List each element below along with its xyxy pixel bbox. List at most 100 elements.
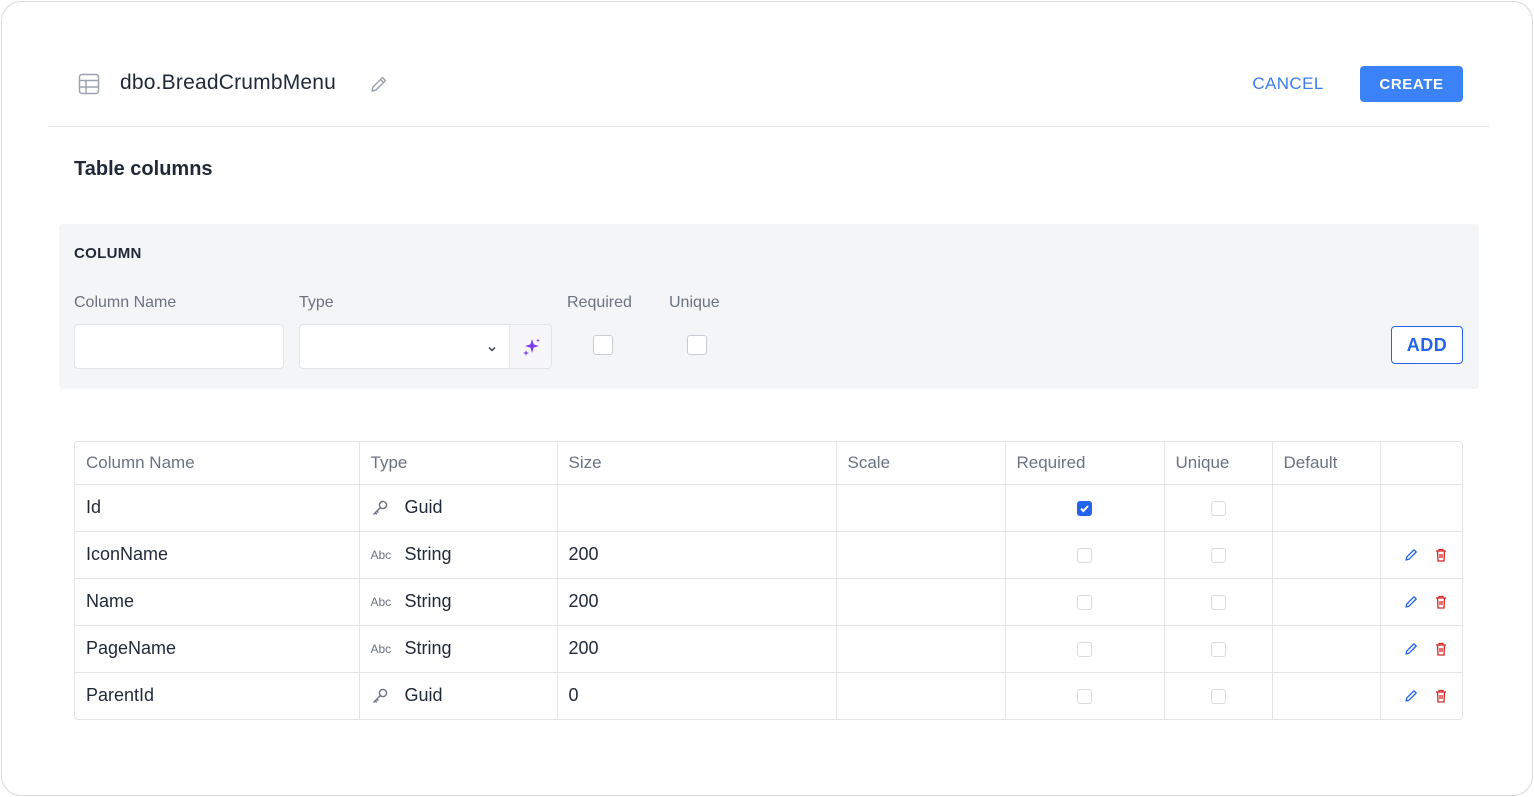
sparkles-icon — [523, 338, 540, 356]
type-label: String — [404, 591, 452, 611]
unique-checkbox[interactable] — [1210, 547, 1226, 563]
add-column-button[interactable]: ADD — [1391, 326, 1463, 364]
cell-actions — [1380, 578, 1462, 626]
table-row: Name Abc String 200 — [75, 578, 1462, 626]
cell-size: 200 — [557, 625, 837, 673]
cell-scale — [836, 625, 1006, 673]
required-checkbox[interactable] — [1077, 547, 1092, 563]
cell-scale — [836, 484, 1006, 532]
key-icon — [371, 499, 395, 517]
header-column-name: Column Name — [75, 442, 360, 485]
cell-type: Guid — [359, 672, 558, 719]
cancel-button[interactable]: CANCEL — [1238, 66, 1338, 102]
cell-unique — [1164, 484, 1273, 532]
cell-size: 200 — [557, 578, 837, 626]
cell-default — [1272, 672, 1381, 719]
trash-icon[interactable] — [1433, 688, 1449, 704]
type-label: Guid — [404, 497, 443, 517]
required-checkbox[interactable] — [1077, 641, 1092, 657]
pencil-icon[interactable] — [1403, 594, 1419, 610]
cell-type: Abc String — [359, 531, 558, 579]
required-label: Required — [567, 294, 632, 311]
pencil-icon[interactable] — [1403, 688, 1419, 704]
auto-generate-button[interactable] — [509, 324, 552, 369]
abc-icon: Abc — [370, 547, 392, 562]
header-scale: Scale — [836, 442, 1006, 485]
trash-icon[interactable] — [1433, 594, 1449, 610]
header-actions — [1380, 442, 1462, 485]
abc-icon: Abc — [370, 641, 392, 656]
type-select[interactable] — [299, 324, 510, 369]
cell-actions — [1380, 625, 1462, 673]
type-label: String — [404, 638, 452, 658]
type-label: String — [404, 544, 452, 564]
table-row: Id Guid — [75, 484, 1462, 532]
type-label: Type — [299, 294, 334, 311]
cell-column-name: IconName — [75, 531, 360, 579]
cell-default — [1272, 531, 1381, 579]
required-checkbox[interactable] — [1077, 594, 1092, 610]
cell-scale — [836, 531, 1006, 579]
cell-type: Abc String — [359, 625, 558, 673]
cell-default — [1272, 625, 1381, 673]
cell-required — [1005, 672, 1165, 719]
pencil-icon[interactable] — [369, 74, 389, 94]
cell-type: Abc String — [359, 578, 558, 626]
table-row: PageName Abc String 200 — [75, 625, 1462, 673]
cell-required — [1005, 625, 1165, 673]
required-checkbox[interactable] — [1077, 689, 1092, 704]
cell-default — [1272, 578, 1381, 626]
cell-default — [1272, 484, 1381, 532]
cell-actions — [1380, 672, 1462, 719]
header-unique: Unique — [1164, 442, 1273, 485]
cell-scale — [836, 578, 1006, 626]
cell-column-name: Id — [75, 484, 360, 532]
cell-column-name: PageName — [75, 625, 360, 673]
cell-unique — [1164, 672, 1273, 719]
cell-actions — [1380, 531, 1462, 579]
cell-column-name: ParentId — [75, 672, 360, 719]
unique-checkbox[interactable] — [687, 335, 707, 355]
abc-icon: Abc — [370, 594, 392, 609]
header-default: Default — [1272, 442, 1381, 485]
unique-checkbox[interactable] — [1210, 689, 1226, 704]
required-checkbox[interactable] — [593, 335, 613, 355]
header-size: Size — [557, 442, 837, 485]
key-icon — [371, 687, 395, 705]
add-column-panel: COLUMN Column Name Type Required Unique … — [59, 224, 1479, 389]
cell-required — [1005, 484, 1165, 532]
cell-required — [1005, 531, 1165, 579]
chevron-down-icon — [486, 342, 498, 354]
table-header-row: Column Name Type Size Scale Required Uni… — [75, 442, 1462, 485]
cell-scale — [836, 672, 1006, 719]
page-title: dbo.BreadCrumbMenu — [120, 71, 337, 94]
create-button[interactable]: CREATE — [1360, 66, 1463, 102]
required-checkbox[interactable] — [1077, 500, 1092, 516]
columns-table: Column Name Type Size Scale Required Uni… — [74, 441, 1463, 720]
pencil-icon[interactable] — [1403, 641, 1419, 657]
dialog-frame: dbo.BreadCrumbMenu CANCEL CREATE Table c… — [1, 1, 1533, 796]
cell-required — [1005, 578, 1165, 626]
unique-checkbox[interactable] — [1210, 641, 1226, 657]
unique-label: Unique — [669, 294, 720, 311]
header-type: Type — [359, 442, 558, 485]
section-title: Table columns — [74, 158, 213, 180]
column-name-input[interactable] — [74, 324, 284, 369]
trash-icon[interactable] — [1433, 547, 1449, 563]
cell-size: 0 — [557, 672, 837, 719]
cell-actions — [1380, 484, 1462, 532]
unique-checkbox[interactable] — [1210, 500, 1226, 516]
cell-unique — [1164, 625, 1273, 673]
pencil-icon[interactable] — [1403, 547, 1419, 563]
table-grid-icon — [78, 73, 100, 95]
column-name-label: Column Name — [74, 294, 177, 311]
cell-unique — [1164, 531, 1273, 579]
cell-size: 200 — [557, 531, 837, 579]
unique-checkbox[interactable] — [1210, 594, 1226, 610]
cell-size — [557, 484, 837, 532]
header-required: Required — [1005, 442, 1165, 485]
table-row: IconName Abc String 200 — [75, 531, 1462, 579]
cell-type: Guid — [359, 484, 558, 532]
trash-icon[interactable] — [1433, 641, 1449, 657]
type-label: Guid — [404, 685, 443, 706]
